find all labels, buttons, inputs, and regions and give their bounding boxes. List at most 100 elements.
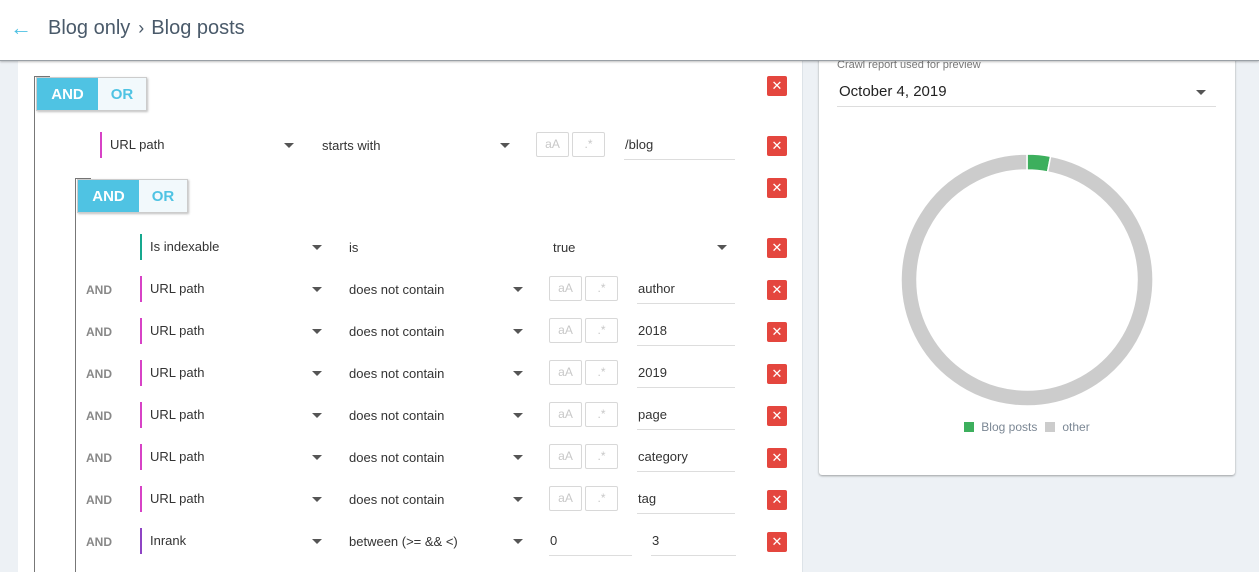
outer-or-button[interactable]: OR <box>98 78 146 110</box>
value-input[interactable]: author <box>637 278 735 304</box>
outer-and-button[interactable]: AND <box>37 78 98 110</box>
breadcrumb-item-blog-only[interactable]: Blog only <box>48 17 130 40</box>
donut-slice-other[interactable] <box>901 154 1153 406</box>
case-sensitive-toggle[interactable]: aA <box>549 360 582 385</box>
regex-toggle[interactable]: .* <box>585 444 618 469</box>
field-select[interactable]: URL path <box>140 360 330 386</box>
legend-item-blog-posts[interactable]: Blog posts <box>964 420 1037 434</box>
value-input[interactable]: category <box>637 446 735 472</box>
operator-select[interactable]: does not contain <box>349 324 444 339</box>
regex-toggle[interactable]: .* <box>585 486 618 511</box>
header: ← Blog only › Blog posts <box>0 0 1259 61</box>
rule-conjunction: AND <box>86 325 112 339</box>
delete-rule-button[interactable]: ✕ <box>767 280 787 300</box>
close-icon: ✕ <box>771 282 783 297</box>
close-icon: ✕ <box>771 324 783 339</box>
delete-rule-button[interactable]: ✕ <box>767 136 787 156</box>
value-input[interactable]: page <box>637 404 735 430</box>
operator-chevron-down-icon[interactable] <box>513 539 523 544</box>
case-sensitive-toggle[interactable]: aA <box>549 402 582 427</box>
crawl-report-select[interactable]: October 4, 2019 <box>837 78 1216 107</box>
field-chevron-down-icon[interactable] <box>312 329 322 334</box>
operator-select[interactable]: does not contain <box>349 492 444 507</box>
filter-builder-panel: AND OR ✕ URL path starts with aA .* /blo… <box>18 61 803 572</box>
inner-and-button[interactable]: AND <box>78 180 139 212</box>
close-icon: ✕ <box>771 138 783 153</box>
value-input[interactable]: 2018 <box>637 320 735 346</box>
field-chevron-down-icon[interactable] <box>312 371 322 376</box>
rule-row: AND URL path does not contain aA .* 2019 ✕ <box>18 360 803 388</box>
rule-conjunction: AND <box>86 493 112 507</box>
field-select[interactable]: Is indexable <box>140 234 330 260</box>
operator-select[interactable]: is <box>349 240 358 255</box>
operator-select[interactable]: between (>= && <) <box>349 534 458 549</box>
field-chevron-down-icon[interactable] <box>312 539 322 544</box>
close-icon: ✕ <box>771 492 783 507</box>
case-sensitive-toggle[interactable]: aA <box>549 486 582 511</box>
regex-toggle[interactable]: .* <box>585 318 618 343</box>
field-chevron-down-icon[interactable] <box>312 413 322 418</box>
regex-toggle[interactable]: .* <box>585 276 618 301</box>
field-chevron-down-icon[interactable] <box>312 287 322 292</box>
delete-rule-button[interactable]: ✕ <box>767 364 787 384</box>
delete-rule-button[interactable]: ✕ <box>767 406 787 426</box>
legend-item-other[interactable]: other <box>1045 420 1090 434</box>
regex-toggle[interactable]: .* <box>585 360 618 385</box>
delete-rule-button[interactable]: ✕ <box>767 448 787 468</box>
case-sensitive-toggle[interactable]: aA <box>549 276 582 301</box>
operator-select[interactable]: starts with <box>322 138 381 153</box>
delete-rule-button[interactable]: ✕ <box>767 322 787 342</box>
operator-chevron-down-icon[interactable] <box>513 413 523 418</box>
operator-chevron-down-icon[interactable] <box>513 371 523 376</box>
value-chevron-down-icon[interactable] <box>717 245 727 250</box>
inner-or-button[interactable]: OR <box>139 180 187 212</box>
regex-toggle[interactable]: .* <box>585 402 618 427</box>
field-select[interactable]: URL path <box>140 318 330 344</box>
operator-chevron-down-icon[interactable] <box>513 329 523 334</box>
range-max-input[interactable]: 3 <box>651 530 736 556</box>
operator-select[interactable]: does not contain <box>349 450 444 465</box>
delete-rule-button[interactable]: ✕ <box>767 532 787 552</box>
field-select[interactable]: Inrank <box>140 528 330 554</box>
case-sensitive-toggle[interactable]: aA <box>549 444 582 469</box>
operator-chevron-down-icon[interactable] <box>500 143 510 148</box>
operator-chevron-down-icon[interactable] <box>513 287 523 292</box>
case-sensitive-toggle[interactable]: aA <box>536 132 569 157</box>
operator-select[interactable]: does not contain <box>349 408 444 423</box>
field-select[interactable]: URL path <box>140 444 330 470</box>
value-input[interactable]: /blog <box>624 134 735 160</box>
operator-select[interactable]: does not contain <box>349 282 444 297</box>
field-chevron-down-icon[interactable] <box>284 143 294 148</box>
legend-swatch-other <box>1045 422 1056 432</box>
field-select[interactable]: URL path <box>140 486 330 512</box>
field-select[interactable]: URL path <box>140 402 330 428</box>
delete-outer-group-button[interactable]: ✕ <box>767 76 787 96</box>
donut-slice-blog-posts[interactable] <box>1026 154 1052 173</box>
regex-toggle[interactable]: .* <box>572 132 605 157</box>
value-select[interactable]: true <box>553 240 575 255</box>
rule-row: Is indexable is true ✕ <box>18 234 803 262</box>
delete-inner-group-button[interactable]: ✕ <box>767 178 787 198</box>
arrow-left-icon[interactable]: ← <box>10 16 34 40</box>
field-chevron-down-icon[interactable] <box>312 455 322 460</box>
close-icon: ✕ <box>771 180 783 195</box>
operator-chevron-down-icon[interactable] <box>513 497 523 502</box>
close-icon: ✕ <box>771 450 783 465</box>
close-icon: ✕ <box>771 366 783 381</box>
operator-chevron-down-icon[interactable] <box>513 455 523 460</box>
field-select[interactable]: URL path <box>100 132 300 158</box>
value-input[interactable]: tag <box>637 488 735 514</box>
delete-rule-button[interactable]: ✕ <box>767 490 787 510</box>
field-chevron-down-icon[interactable] <box>312 497 322 502</box>
breadcrumb-item-blog-posts: Blog posts <box>151 17 245 39</box>
value-input[interactable]: 2019 <box>637 362 735 388</box>
range-min-input[interactable]: 0 <box>549 530 632 556</box>
case-sensitive-toggle[interactable]: aA <box>549 318 582 343</box>
chevron-down-icon <box>1196 90 1206 95</box>
rule-row: AND URL path does not contain aA .* category ✕ <box>18 444 803 472</box>
operator-select[interactable]: does not contain <box>349 366 444 381</box>
delete-rule-button[interactable]: ✕ <box>767 238 787 258</box>
rule-conjunction: AND <box>86 535 112 549</box>
field-chevron-down-icon[interactable] <box>312 245 322 250</box>
field-select[interactable]: URL path <box>140 276 330 302</box>
